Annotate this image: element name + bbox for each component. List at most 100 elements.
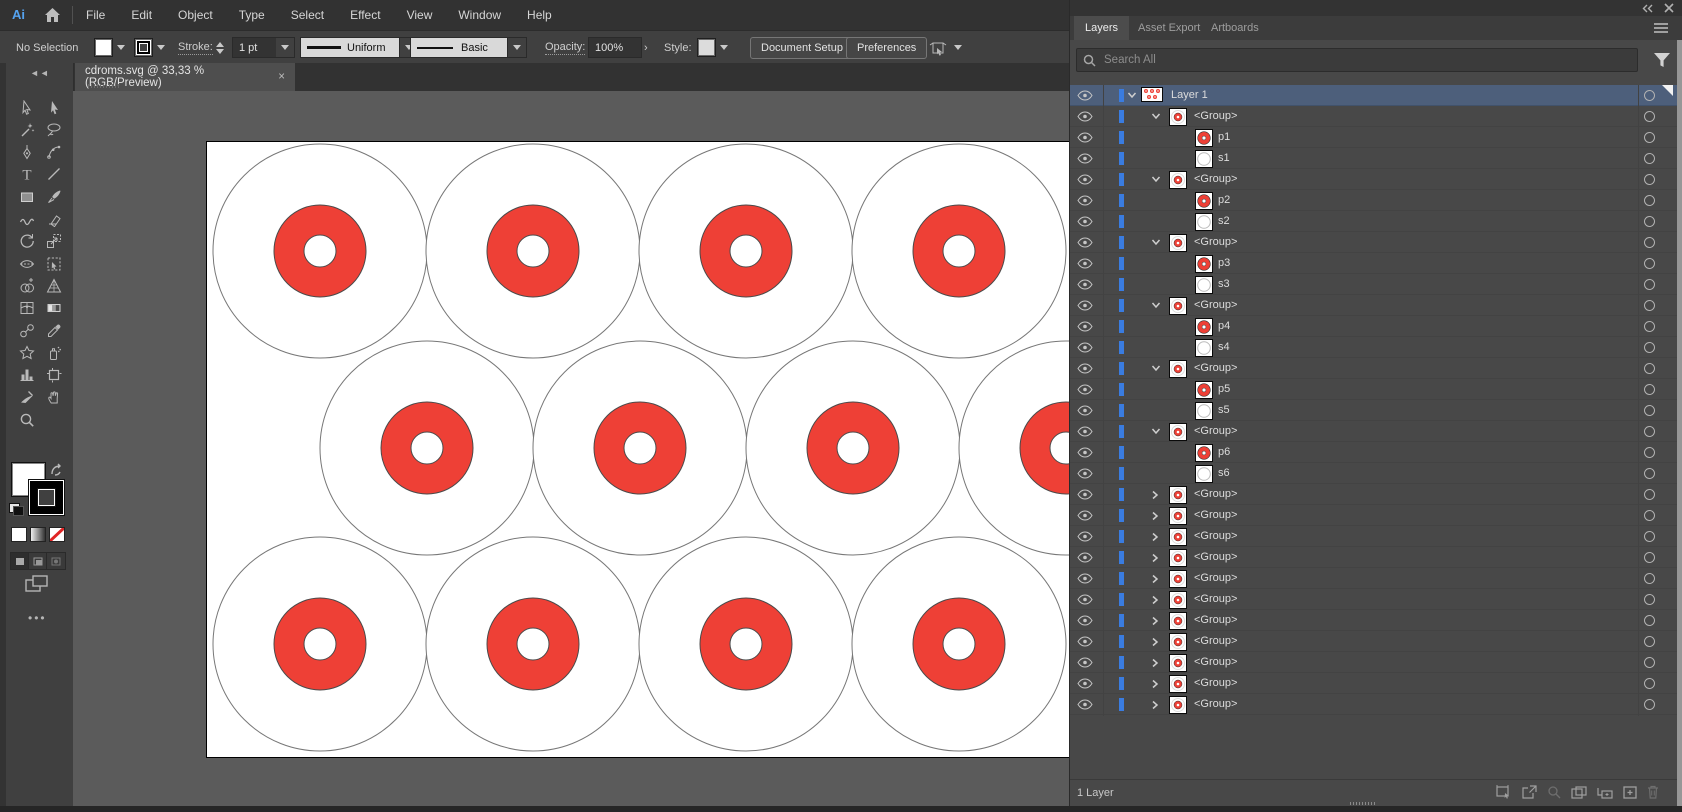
opacity-label[interactable]: Opacity: xyxy=(545,41,586,55)
disclosure-right-icon[interactable] xyxy=(1151,637,1159,647)
layer-label[interactable]: <Group> xyxy=(1194,530,1237,542)
cd-hole[interactable] xyxy=(303,234,337,268)
layer-thumbnail[interactable] xyxy=(1169,423,1187,441)
scale-tool-icon[interactable] xyxy=(41,231,67,252)
color-mode-color[interactable] xyxy=(11,527,27,542)
layer-label[interactable]: s3 xyxy=(1218,278,1230,290)
item-row-s4[interactable]: s4 xyxy=(1070,337,1678,358)
layer-label[interactable]: <Group> xyxy=(1194,572,1237,584)
stroke-swatch[interactable] xyxy=(28,479,65,516)
target-circle-icon[interactable] xyxy=(1644,321,1655,332)
layer-row[interactable]: Layer 1 xyxy=(1070,85,1678,106)
target-circle-icon[interactable] xyxy=(1644,300,1655,311)
disclosure-right-icon[interactable] xyxy=(1151,595,1159,605)
draw-normal-mode[interactable] xyxy=(10,552,30,570)
visibility-eye-icon[interactable] xyxy=(1077,321,1093,332)
item-row-s1[interactable]: s1 xyxy=(1070,148,1678,169)
visibility-eye-icon[interactable] xyxy=(1077,90,1093,101)
layer-label[interactable]: <Group> xyxy=(1194,656,1237,668)
layer-label[interactable]: s4 xyxy=(1218,341,1230,353)
layer-label[interactable]: <Group> xyxy=(1194,509,1237,521)
cd-hole[interactable] xyxy=(729,627,763,661)
layer-thumbnail[interactable] xyxy=(1195,255,1213,273)
disclosure-right-icon[interactable] xyxy=(1151,700,1159,710)
layer-thumbnail[interactable] xyxy=(1195,339,1213,357)
layer-thumbnail[interactable] xyxy=(1169,507,1187,525)
disclosure-down-icon[interactable] xyxy=(1151,364,1161,372)
layer-thumbnail[interactable] xyxy=(1169,570,1187,588)
disclosure-right-icon[interactable] xyxy=(1151,553,1159,563)
layer-thumbnail[interactable] xyxy=(1141,87,1163,102)
document-setup-button[interactable]: Document Setup xyxy=(750,36,854,59)
canvas-area[interactable] xyxy=(73,91,1069,806)
disclosure-down-icon[interactable] xyxy=(1127,91,1137,99)
layer-thumbnail[interactable] xyxy=(1195,129,1213,147)
target-circle-icon[interactable] xyxy=(1644,573,1655,584)
group-row[interactable]: <Group> xyxy=(1070,169,1678,190)
layer-thumbnail[interactable] xyxy=(1169,108,1187,126)
style-swatch[interactable] xyxy=(697,38,716,57)
target-circle-icon[interactable] xyxy=(1644,132,1655,143)
item-row-s3[interactable]: s3 xyxy=(1070,274,1678,295)
layer-label[interactable]: <Group> xyxy=(1194,635,1237,647)
group-row[interactable]: <Group> xyxy=(1070,106,1678,127)
direct-selection-tool-icon[interactable] xyxy=(41,97,67,118)
home-icon[interactable] xyxy=(44,7,61,23)
brush-select[interactable]: Basic xyxy=(410,37,508,58)
shape-builder-tool-icon[interactable] xyxy=(14,275,40,296)
layer-thumbnail[interactable] xyxy=(1169,612,1187,630)
layer-thumbnail[interactable] xyxy=(1169,297,1187,315)
visibility-eye-icon[interactable] xyxy=(1077,699,1093,710)
layer-label[interactable]: s1 xyxy=(1218,152,1230,164)
visibility-eye-icon[interactable] xyxy=(1077,195,1093,206)
disclosure-right-icon[interactable] xyxy=(1151,658,1159,668)
menu-help[interactable]: Help xyxy=(527,8,552,22)
target-circle-icon[interactable] xyxy=(1644,279,1655,290)
eyedropper-tool-icon[interactable] xyxy=(41,320,67,341)
layer-thumbnail[interactable] xyxy=(1169,486,1187,504)
magic-wand-tool-icon[interactable] xyxy=(14,119,40,140)
rotate-tool-icon[interactable] xyxy=(14,231,40,252)
layer-label[interactable]: <Group> xyxy=(1194,110,1237,122)
disclosure-down-icon[interactable] xyxy=(1151,175,1161,183)
disclosure-down-icon[interactable] xyxy=(1151,112,1161,120)
menu-file[interactable]: File xyxy=(86,8,105,22)
disclosure-right-icon[interactable] xyxy=(1151,511,1159,521)
group-row[interactable]: <Group> xyxy=(1070,526,1678,547)
layer-thumbnail[interactable] xyxy=(1169,528,1187,546)
layer-label[interactable]: <Group> xyxy=(1194,236,1237,248)
cd-hole[interactable] xyxy=(516,234,550,268)
visibility-eye-icon[interactable] xyxy=(1077,426,1093,437)
draw-behind-mode[interactable] xyxy=(28,552,48,570)
draw-inside-mode[interactable] xyxy=(46,552,66,570)
layer-label[interactable]: <Group> xyxy=(1194,488,1237,500)
group-row[interactable]: <Group> xyxy=(1070,610,1678,631)
layer-thumbnail[interactable] xyxy=(1169,549,1187,567)
visibility-eye-icon[interactable] xyxy=(1077,468,1093,479)
visibility-eye-icon[interactable] xyxy=(1077,384,1093,395)
fill-dropdown-icon[interactable] xyxy=(117,45,125,50)
menu-select[interactable]: Select xyxy=(291,8,324,22)
layer-thumbnail[interactable] xyxy=(1195,402,1213,420)
panel-resize-grip[interactable] xyxy=(1350,802,1376,805)
disclosure-right-icon[interactable] xyxy=(1151,679,1159,689)
item-row-p1[interactable]: p1 xyxy=(1070,127,1678,148)
layer-thumbnail[interactable] xyxy=(1169,654,1187,672)
group-row[interactable]: <Group> xyxy=(1070,589,1678,610)
collapse-tools-icon[interactable]: ◄◄ xyxy=(30,68,50,78)
disclosure-right-icon[interactable] xyxy=(1151,490,1159,500)
layer-label[interactable]: p4 xyxy=(1218,320,1230,332)
target-circle-icon[interactable] xyxy=(1644,510,1655,521)
width-tool-icon[interactable] xyxy=(14,253,40,274)
visibility-eye-icon[interactable] xyxy=(1077,111,1093,122)
item-row-s2[interactable]: s2 xyxy=(1070,211,1678,232)
perspective-grid-tool-icon[interactable] xyxy=(41,275,67,296)
symbol-tool-icon[interactable] xyxy=(14,342,40,363)
visibility-eye-icon[interactable] xyxy=(1077,489,1093,500)
target-circle-icon[interactable] xyxy=(1644,174,1655,185)
disclosure-right-icon[interactable] xyxy=(1151,574,1159,584)
color-mode-none[interactable] xyxy=(49,527,65,542)
gradient-tool-icon[interactable] xyxy=(41,298,67,319)
visibility-eye-icon[interactable] xyxy=(1077,363,1093,374)
eraser-tool-icon[interactable] xyxy=(41,209,67,230)
